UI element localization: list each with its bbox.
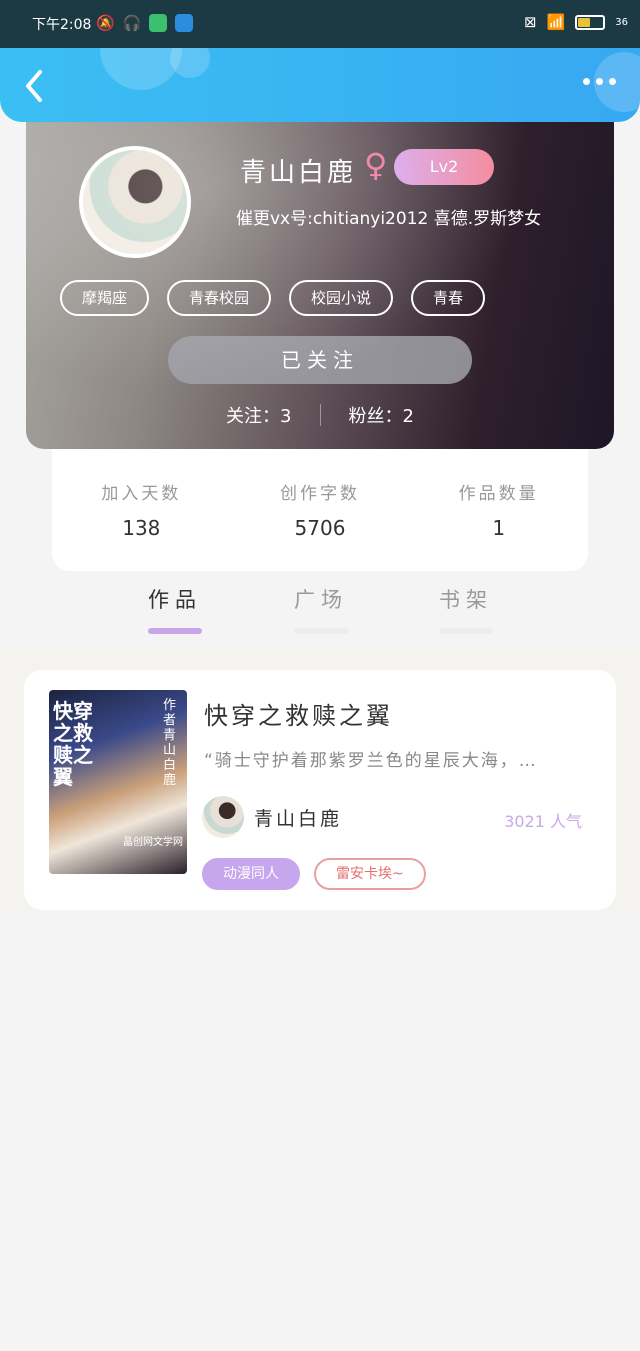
profile-username: 青山白鹿 — [240, 158, 357, 188]
profile-tag[interactable]: 青春 — [411, 280, 486, 316]
avatar[interactable] — [79, 146, 191, 258]
profile-bio: 催更vx号:chitianyi2012 喜德.罗斯梦女 — [236, 209, 542, 229]
author-avatar[interactable] — [202, 796, 244, 838]
cover-title: 快穿之救赎之翼 — [53, 699, 93, 789]
follow-button[interactable]: 已关注 — [168, 336, 472, 384]
status-time: 下午2:08 — [32, 17, 92, 33]
stat-join-days: 加入天数 138 — [52, 449, 231, 571]
cover-author: 作者青山白鹿 — [163, 698, 177, 788]
author-name[interactable]: 青山白鹿 — [254, 804, 342, 831]
divider — [319, 404, 321, 426]
stats-card: 加入天数 138 创作字数 5706 作品数量 1 — [52, 449, 588, 571]
stat-value: 138 — [122, 516, 161, 540]
works-list: 快穿之救赎之翼 作者青山白鹿 晶创网文学网 快穿之救赎之翼 “骑士守护着那紫罗兰… — [0, 646, 640, 910]
stat-work-count: 作品数量 1 — [409, 449, 588, 571]
content-tabs: 作品 广场 书架 — [0, 572, 640, 646]
battery-level: 36 — [615, 16, 628, 28]
tab-bookshelf[interactable]: 书架 — [431, 584, 501, 634]
sim-off-icon: ⊠ — [524, 13, 537, 31]
work-card[interactable]: 快穿之救赎之翼 作者青山白鹿 晶创网文学网 快穿之救赎之翼 “骑士守护着那紫罗兰… — [24, 670, 616, 910]
stat-label: 创作字数 — [280, 484, 360, 504]
fans-stat[interactable]: 粉丝：2 — [349, 402, 414, 428]
profile-tag[interactable]: 校园小说 — [289, 280, 394, 316]
tab-square[interactable]: 广场 — [286, 584, 356, 634]
more-options-button[interactable] — [583, 78, 616, 85]
battery-icon — [575, 14, 606, 30]
tab-label: 书架 — [439, 588, 493, 612]
fans-count: 2 — [402, 406, 414, 427]
tab-label: 作品 — [148, 588, 202, 612]
follow-stats: 关注：3 粉丝：2 — [26, 402, 614, 428]
following-stat[interactable]: 关注：3 — [226, 402, 291, 428]
female-gender-icon: ♀ — [364, 146, 388, 184]
headphones-icon: 🎧 — [122, 14, 142, 32]
book-cover[interactable]: 快穿之救赎之翼 作者青山白鹿 晶创网文学网 — [49, 690, 187, 874]
status-icons-right: ⊠ 📶 36 — [524, 13, 628, 31]
back-button[interactable] — [20, 68, 50, 104]
top-nav-bar — [0, 48, 640, 122]
work-tag[interactable]: 动漫同人 — [202, 858, 300, 890]
following-count: 3 — [280, 406, 292, 427]
profile-tag[interactable]: 摩羯座 — [60, 280, 150, 316]
app-notification-icon-2 — [175, 14, 194, 32]
tab-indicator — [294, 628, 348, 634]
profile-tag[interactable]: 青春校园 — [167, 280, 272, 316]
app-notification-icon — [149, 14, 168, 32]
stat-value: 5706 — [294, 516, 346, 540]
work-title[interactable]: 快穿之救赎之翼 — [204, 696, 393, 731]
popularity-count: 3021 人气 — [504, 812, 582, 831]
more-dots-icon — [583, 78, 590, 85]
profile-header-card: 青山白鹿 ♀ Lv2 催更vx号:chitianyi2012 喜德.罗斯梦女 摩… — [26, 122, 614, 449]
fans-label: 粉丝： — [348, 406, 403, 427]
stat-label: 作品数量 — [458, 484, 539, 504]
work-excerpt: “骑士守护着那紫罗兰色的星辰大海，… — [204, 751, 538, 771]
work-tag[interactable]: 雷安卡埃~ — [314, 858, 426, 890]
wifi-icon: 📶 — [546, 13, 566, 31]
stat-word-count: 创作字数 5706 — [231, 449, 410, 571]
following-label: 关注： — [226, 406, 281, 427]
profile-tags: 摩羯座 青春校园 校园小说 青春 — [60, 280, 486, 316]
work-tags: 动漫同人 雷安卡埃~ — [202, 858, 426, 890]
cover-footer: 晶创网文学网 — [123, 837, 183, 848]
status-icons-left: 🔕 🎧 — [96, 14, 194, 32]
mute-icon: 🔕 — [96, 14, 115, 32]
tab-indicator — [148, 628, 202, 634]
level-badge: Lv2 — [394, 149, 494, 185]
stat-value: 1 — [492, 516, 506, 540]
chevron-left-icon — [26, 70, 42, 102]
stat-label: 加入天数 — [101, 484, 182, 504]
status-bar: 下午2:08 🔕 🎧 ⊠ 📶 36 — [0, 0, 640, 48]
tab-works[interactable]: 作品 — [140, 584, 210, 634]
decorative-bubble — [170, 48, 210, 78]
tab-indicator — [439, 628, 493, 634]
tab-label: 广场 — [294, 588, 348, 612]
